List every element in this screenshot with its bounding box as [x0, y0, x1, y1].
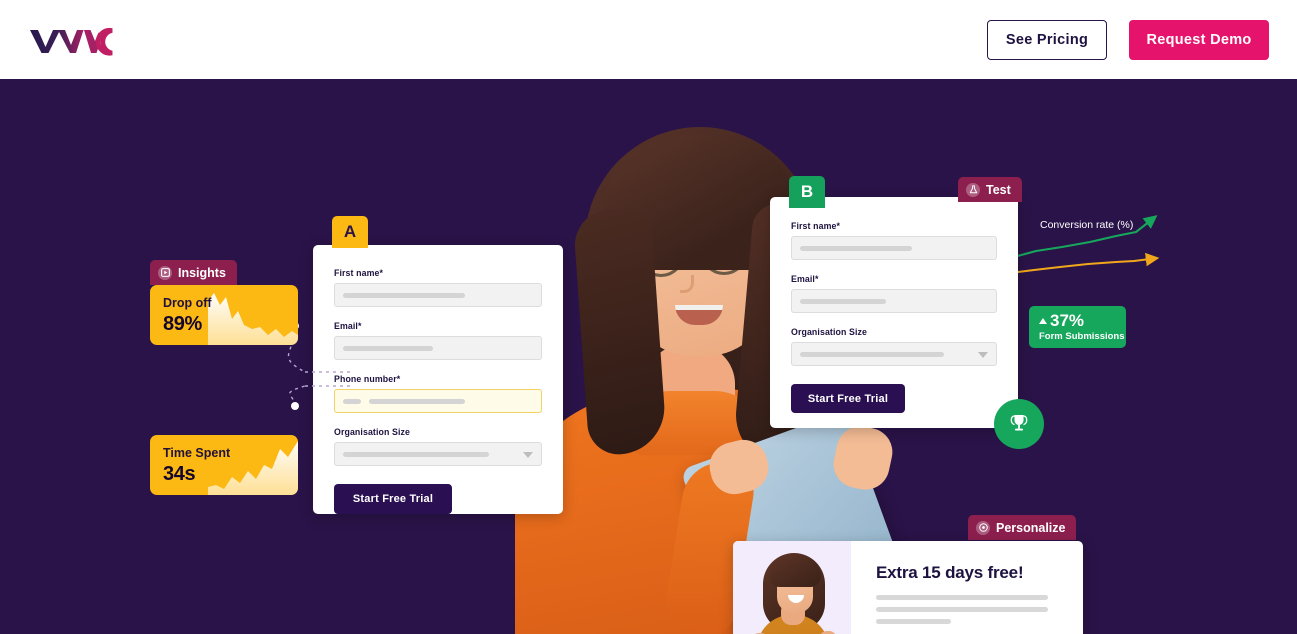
email-label: Email*	[791, 274, 819, 284]
first-name-label: First name*	[791, 221, 841, 231]
metric-value: 34s	[163, 463, 196, 485]
see-pricing-button[interactable]: See Pricing	[987, 20, 1107, 60]
uplift-card: 37% Form Submissions	[1029, 306, 1126, 348]
input-placeholder-bar	[343, 451, 489, 457]
hero-stage: Insights Drop off 89% Time Spent 34s A F…	[0, 79, 1297, 634]
email-input[interactable]	[791, 289, 997, 313]
uplift-label: Form Submissions	[1039, 331, 1125, 342]
chart-title: Conversion rate (%)	[1040, 219, 1134, 231]
uplift-value: 37%	[1050, 311, 1085, 330]
personalize-badge[interactable]: Personalize	[968, 515, 1077, 540]
first-name-label: First name*	[334, 268, 384, 278]
vwo-logo-icon	[30, 27, 113, 56]
input-placeholder-bar	[343, 292, 465, 298]
input-placeholder-bar	[343, 398, 361, 404]
phone-number-label: Phone number*	[334, 374, 401, 384]
email-label: Email*	[334, 321, 362, 331]
variant-a-form-card: First name* Email* Phone number* Organis…	[313, 245, 563, 514]
organisation-size-label: Organisation Size	[791, 327, 868, 337]
chevron-down-icon	[978, 352, 988, 358]
test-badge-label: Test	[986, 182, 1011, 197]
variant-a-badge[interactable]: A	[332, 216, 368, 248]
dropoff-sparkline	[208, 293, 298, 345]
trophy-icon	[1010, 415, 1028, 431]
winner-trophy-badge	[994, 399, 1044, 449]
metric-card-dropoff[interactable]: Drop off 89%	[150, 285, 298, 345]
time-spent-sparkline	[208, 441, 298, 495]
input-placeholder-bar	[343, 345, 433, 351]
metric-value: 89%	[163, 313, 202, 335]
personalize-popup: Extra 15 days free! Subscribe	[733, 541, 1083, 634]
insights-icon	[158, 265, 172, 280]
popup-text-line	[876, 619, 951, 624]
chevron-down-icon	[523, 452, 533, 458]
flask-icon	[966, 182, 980, 197]
variant-b-badge[interactable]: B	[789, 176, 825, 208]
first-name-input[interactable]	[334, 283, 542, 307]
input-placeholder-bar	[369, 398, 465, 404]
personalize-badge-label: Personalize	[996, 520, 1066, 535]
hero-page: See Pricing Request Demo Insights Drop o…	[0, 0, 1297, 634]
uplift-value-row: 37%	[1039, 311, 1084, 331]
arrow-up-icon	[1039, 318, 1047, 324]
phone-number-input[interactable]	[334, 389, 542, 413]
input-placeholder-bar	[800, 298, 886, 304]
input-placeholder-bar	[800, 245, 912, 251]
first-name-input[interactable]	[791, 236, 997, 260]
test-badge[interactable]: Test	[958, 177, 1022, 202]
metric-label: Drop off	[163, 296, 212, 310]
insights-badge-label: Insights	[178, 265, 226, 280]
popup-text-line	[876, 607, 1048, 612]
popup-hair-front	[769, 555, 821, 587]
variant-a-submit-button[interactable]: Start Free Trial	[334, 484, 452, 514]
variant-b-form-card: First name* Email* Organisation Size Sta…	[770, 197, 1018, 428]
popup-content: Extra 15 days free! Subscribe	[851, 541, 1083, 634]
metric-label: Time Spent	[163, 446, 231, 460]
insights-badge[interactable]: Insights	[150, 260, 237, 285]
site-header: See Pricing Request Demo	[0, 0, 1297, 79]
popup-title: Extra 15 days free!	[876, 563, 1024, 582]
request-demo-button[interactable]: Request Demo	[1129, 20, 1269, 60]
header-actions: See Pricing Request Demo	[987, 20, 1269, 60]
organisation-size-label: Organisation Size	[334, 427, 411, 437]
organisation-size-select[interactable]	[791, 342, 997, 366]
chart-series-variant-a	[1010, 252, 1160, 275]
organisation-size-select[interactable]	[334, 442, 542, 466]
variant-b-submit-button[interactable]: Start Free Trial	[791, 384, 905, 413]
popup-image	[733, 541, 851, 634]
input-placeholder-bar	[800, 351, 944, 357]
popup-text-line	[876, 595, 1048, 600]
target-icon	[976, 520, 990, 535]
vwo-logo[interactable]	[28, 22, 120, 56]
email-input[interactable]	[334, 336, 542, 360]
metric-card-time-spent[interactable]: Time Spent 34s	[150, 435, 298, 495]
